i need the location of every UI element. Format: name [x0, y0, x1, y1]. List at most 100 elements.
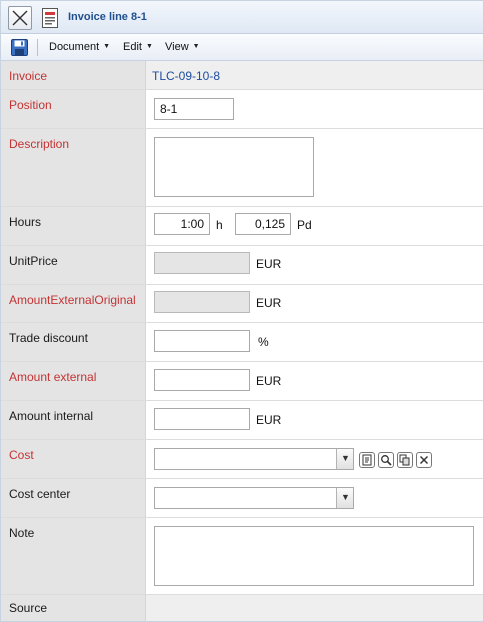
save-icon[interactable]	[11, 39, 28, 56]
source-label: Source	[9, 601, 48, 615]
row-unit-price: UnitPrice EUR	[1, 246, 483, 285]
hours-unit: h	[216, 218, 223, 232]
amount-external-original-label: AmountExternalOriginal	[9, 293, 136, 307]
trade-discount-label: Trade discount	[9, 331, 88, 345]
amount-external-input[interactable]	[154, 369, 250, 391]
value-cell: EUR	[146, 401, 483, 439]
label-cell: Hours	[1, 207, 146, 245]
menu-bar: Document ▼ Edit ▼ View ▼	[1, 34, 483, 61]
amount-internal-label: Amount internal	[9, 409, 94, 423]
value-cell: %	[146, 323, 483, 361]
unit-price-input	[154, 252, 250, 274]
search-cost-button[interactable]	[378, 452, 394, 468]
row-amount-internal: Amount internal EUR	[1, 401, 483, 440]
note-label: Note	[9, 526, 35, 540]
value-cell	[146, 129, 483, 206]
row-cost: Cost ▼	[1, 440, 483, 479]
window-title: Invoice line 8-1	[68, 11, 147, 23]
row-hours: Hours h Pd	[1, 207, 483, 246]
position-input[interactable]	[154, 98, 234, 120]
amount-internal-currency: EUR	[256, 413, 282, 427]
row-amount-external-original: AmountExternalOriginal EUR	[1, 285, 483, 323]
row-description: Description	[1, 129, 483, 207]
document-icon	[42, 8, 58, 28]
label-cell: Note	[1, 518, 146, 594]
chevron-down-icon: ▼	[103, 43, 111, 50]
trade-discount-input[interactable]	[154, 330, 250, 352]
row-cost-center: Cost center ▼	[1, 479, 483, 518]
copy-cost-button[interactable]	[397, 452, 413, 468]
amount-internal-input[interactable]	[154, 408, 250, 430]
clear-cost-button[interactable]	[416, 452, 432, 468]
amount-external-original-currency: EUR	[256, 296, 282, 310]
row-position: Position	[1, 90, 483, 129]
label-cell: Amount internal	[1, 401, 146, 439]
value-cell: ▼	[146, 479, 483, 517]
close-button[interactable]	[8, 6, 32, 30]
toolbar-separator	[37, 39, 38, 56]
menu-edit-label: Edit	[123, 41, 142, 53]
value-cell: EUR	[146, 285, 483, 322]
label-cell: Invoice	[1, 61, 146, 89]
description-textarea[interactable]	[154, 137, 314, 197]
description-label: Description	[9, 137, 70, 151]
row-invoice: Invoice TLC-09-10-8	[1, 61, 483, 90]
row-amount-external: Amount external EUR	[1, 362, 483, 401]
row-note: Note	[1, 518, 483, 595]
label-cell: Source	[1, 595, 146, 621]
menu-view-label: View	[165, 41, 189, 53]
cost-center-dropdown-button[interactable]: ▼	[336, 488, 353, 508]
invoice-line-window: Invoice line 8-1 Document ▼ Edit ▼ View ▼ I…	[0, 0, 484, 622]
hours-input[interactable]	[154, 213, 210, 235]
value-cell: TLC-09-10-8	[146, 61, 483, 89]
label-cell: AmountExternalOriginal	[1, 285, 146, 322]
hours-label: Hours	[9, 215, 42, 229]
chevron-down-icon: ▼	[145, 43, 153, 50]
chevron-down-icon: ▼	[192, 43, 200, 50]
new-cost-button[interactable]	[359, 452, 375, 468]
value-cell	[146, 90, 483, 128]
label-cell: UnitPrice	[1, 246, 146, 284]
cost-label: Cost	[9, 448, 34, 462]
clear-icon	[420, 456, 428, 464]
value-cell: h Pd	[146, 207, 483, 245]
invoice-label: Invoice	[9, 69, 48, 83]
copy-icon	[399, 454, 410, 466]
label-cell: Amount external	[1, 362, 146, 400]
label-cell: Position	[1, 90, 146, 128]
label-cell: Cost	[1, 440, 146, 478]
position-label: Position	[9, 98, 52, 112]
chevron-down-icon: ▼	[341, 492, 350, 502]
new-record-icon	[362, 454, 372, 466]
cost-center-label: Cost center	[9, 487, 71, 501]
row-source: Source	[1, 595, 483, 621]
label-cell: Description	[1, 129, 146, 206]
unit-price-label: UnitPrice	[9, 254, 58, 268]
chevron-down-icon: ▼	[341, 453, 350, 463]
trade-discount-percent: %	[258, 335, 269, 349]
person-days-unit: Pd	[297, 218, 312, 232]
close-icon	[12, 10, 28, 26]
menu-document[interactable]: Document ▼	[49, 41, 110, 53]
value-cell	[146, 518, 483, 594]
menu-edit[interactable]: Edit ▼	[123, 41, 153, 53]
amount-external-original-input	[154, 291, 250, 313]
value-cell	[146, 595, 483, 621]
person-days-input[interactable]	[235, 213, 291, 235]
title-bar: Invoice line 8-1	[1, 1, 483, 34]
amount-external-label: Amount external	[9, 370, 97, 384]
cost-center-select[interactable]: ▼	[154, 487, 354, 509]
amount-external-currency: EUR	[256, 374, 282, 388]
cost-select[interactable]: ▼	[154, 448, 354, 470]
menu-document-label: Document	[49, 41, 100, 53]
cost-dropdown-button[interactable]: ▼	[336, 449, 353, 469]
value-cell: ▼	[146, 440, 483, 478]
invoice-link[interactable]: TLC-09-10-8	[152, 69, 220, 83]
search-icon	[381, 455, 392, 466]
row-trade-discount: Trade discount %	[1, 323, 483, 362]
menu-view[interactable]: View ▼	[165, 41, 200, 53]
value-cell: EUR	[146, 246, 483, 284]
value-cell: EUR	[146, 362, 483, 400]
note-textarea[interactable]	[154, 526, 474, 586]
label-cell: Cost center	[1, 479, 146, 517]
